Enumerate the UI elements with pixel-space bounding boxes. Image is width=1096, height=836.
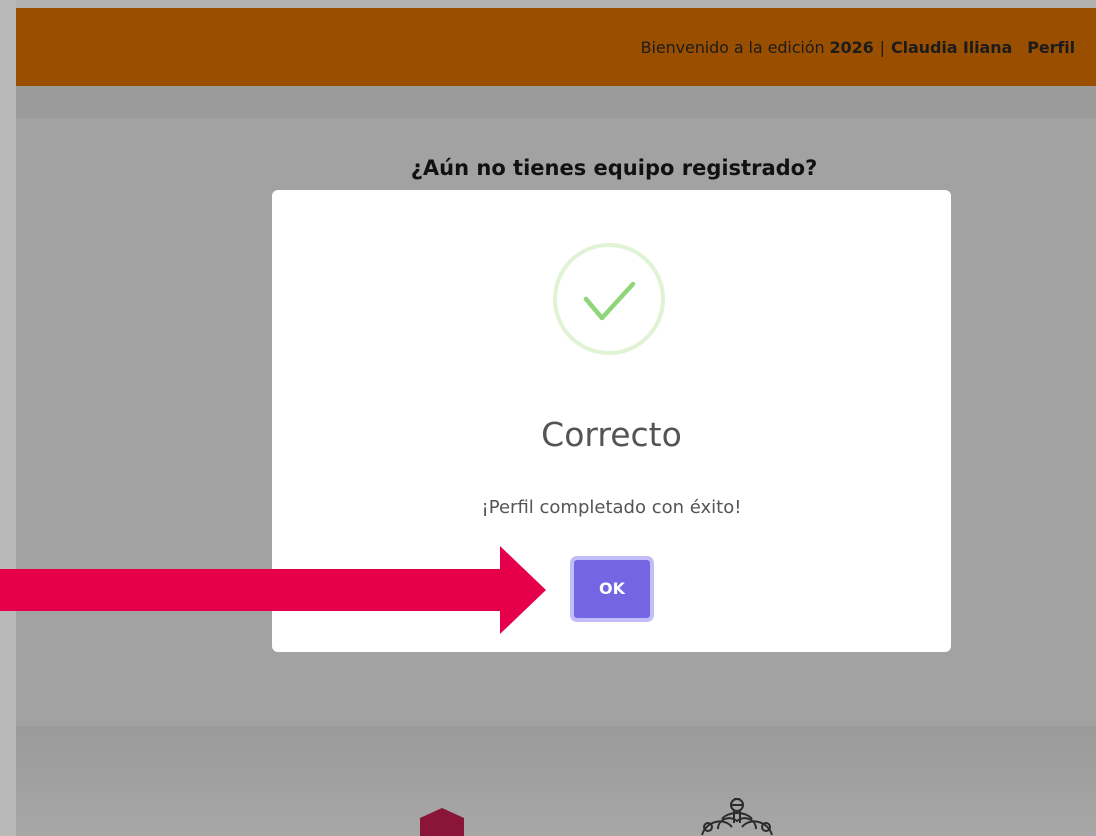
header-separator: | bbox=[879, 38, 885, 57]
page-top-edge bbox=[16, 0, 1096, 8]
edition-year: 2026 bbox=[829, 38, 874, 57]
crest-logo-icon bbox=[701, 798, 773, 836]
page-left-edge bbox=[0, 0, 16, 836]
logo-left-icon bbox=[420, 808, 464, 836]
top-header: Bienvenido a la edición 2026 | Claudia I… bbox=[16, 8, 1096, 86]
welcome-text: Bienvenido a la edición bbox=[640, 38, 825, 57]
sub-header-band bbox=[16, 86, 1096, 118]
page: Bienvenido a la edición 2026 | Claudia I… bbox=[0, 0, 1096, 836]
profile-link[interactable]: Perfil bbox=[1027, 38, 1075, 57]
header-welcome: Bienvenido a la edición 2026 | Claudia I… bbox=[641, 38, 1075, 57]
footer bbox=[16, 726, 1096, 836]
right-arrow-icon bbox=[0, 546, 546, 634]
dialog-message: ¡Perfil completado con éxito! bbox=[481, 497, 742, 518]
dialog-title: Correcto bbox=[541, 415, 682, 454]
ok-button[interactable]: OK bbox=[570, 556, 654, 622]
no-team-question: ¿Aún no tienes equipo registrado? bbox=[410, 156, 818, 180]
success-check-icon bbox=[553, 243, 665, 355]
user-name: Claudia Iliana bbox=[890, 38, 1013, 57]
